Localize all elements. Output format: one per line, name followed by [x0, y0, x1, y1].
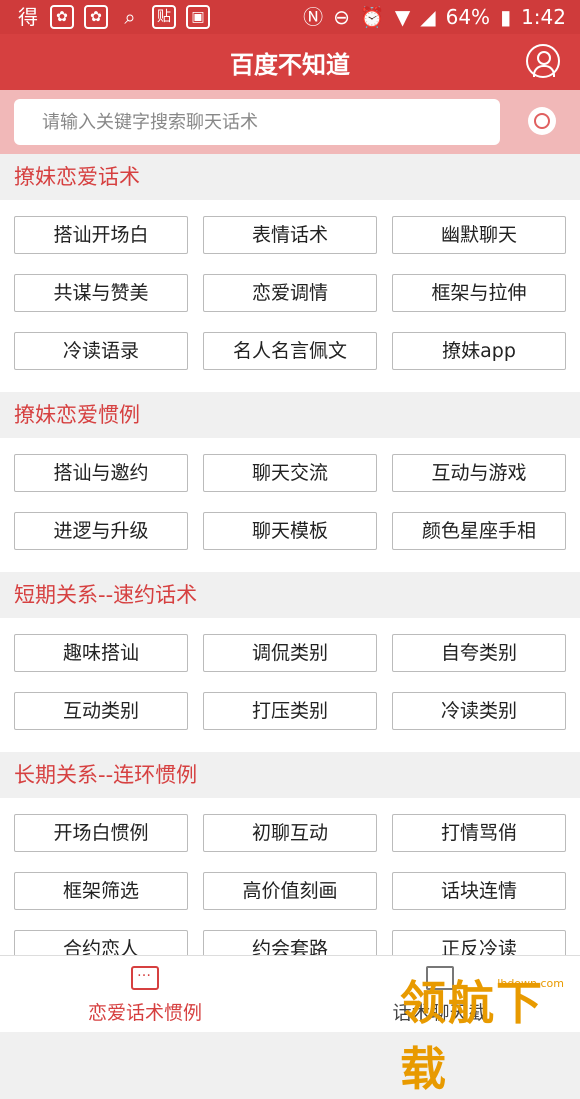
watermark-url: lhdown.com: [497, 977, 564, 990]
topic-button[interactable]: 自夸类别: [392, 634, 566, 672]
camera-icon[interactable]: [528, 107, 556, 135]
battery-icon: ▮: [500, 5, 512, 29]
topic-button[interactable]: 冷读语录: [14, 332, 188, 370]
topic-button[interactable]: 冷读类别: [392, 692, 566, 730]
nfc-icon: Ⓝ: [303, 5, 324, 29]
topic-button[interactable]: 恋爱调情: [203, 274, 377, 312]
search-input[interactable]: [14, 99, 500, 145]
page-title: 百度不知道: [230, 51, 350, 79]
watermark: 领航下载 lhdown.com: [400, 965, 570, 1096]
section-2: 撩妹恋爱惯例 搭讪与邀约 聊天交流 互动与游戏 进逻与升级 聊天模板 颜色星座手…: [0, 392, 580, 572]
topic-button[interactable]: 进逻与升级: [14, 512, 188, 550]
section-4: 长期关系--连环惯例 开场白惯例 初聊互动 打情骂俏 框架筛选 高价值刻画 话块…: [0, 752, 580, 955]
topic-button[interactable]: 打情骂俏: [392, 814, 566, 852]
topic-button[interactable]: 聊天交流: [203, 454, 377, 492]
topic-button[interactable]: 名人名言佩文: [203, 332, 377, 370]
topic-button[interactable]: 撩妹app: [392, 332, 566, 370]
topic-button[interactable]: 打压类别: [203, 692, 377, 730]
tab-love-scripts[interactable]: 恋爱话术惯例: [80, 964, 210, 1025]
topic-button[interactable]: 开场白惯例: [14, 814, 188, 852]
topic-button[interactable]: 约会套路: [203, 930, 377, 955]
topic-button[interactable]: 正反冷读: [392, 930, 566, 955]
chat-icon: [131, 964, 159, 990]
topic-button[interactable]: 聊天模板: [203, 512, 377, 550]
topic-button[interactable]: 高价值刻画: [203, 872, 377, 910]
topic-button[interactable]: 幽默聊天: [392, 216, 566, 254]
topic-button[interactable]: 颜色星座手相: [392, 512, 566, 550]
paw-app-icon: ✿: [50, 5, 74, 29]
paw-app-icon-2: ✿: [84, 5, 108, 29]
topic-button[interactable]: 趣味搭讪: [14, 634, 188, 672]
topic-button[interactable]: 框架筛选: [14, 872, 188, 910]
topic-button[interactable]: 共谋与赞美: [14, 274, 188, 312]
section-title: 短期关系--速约话术: [0, 572, 580, 618]
topic-button[interactable]: 合约恋人: [14, 930, 188, 955]
section-1: 撩妹恋爱话术 搭讪开场白 表情话术 幽默聊天 共谋与赞美 恋爱调情 框架与拉伸 …: [0, 154, 580, 392]
app-header: 百度不知道: [0, 34, 580, 90]
search-icon: ⌕: [124, 5, 136, 29]
topic-button[interactable]: 框架与拉伸: [392, 274, 566, 312]
topic-button[interactable]: 搭讪与邀约: [14, 454, 188, 492]
dnd-icon: ⊖: [333, 5, 350, 29]
search-bar: [0, 90, 580, 154]
topic-button[interactable]: 话块连情: [392, 872, 566, 910]
de-app-icon: 得: [18, 5, 38, 29]
section-3: 短期关系--速约话术 趣味搭讪 调侃类别 自夸类别 互动类别 打压类别 冷读类别: [0, 572, 580, 752]
topic-button[interactable]: 搭讪开场白: [14, 216, 188, 254]
wifi-icon: ▼: [394, 5, 411, 29]
tab-label: 恋爱话术惯例: [87, 1002, 202, 1024]
alarm-icon: ⏰: [359, 5, 385, 29]
signal-icon: ◢: [420, 5, 436, 29]
topic-button[interactable]: 互动类别: [14, 692, 188, 730]
status-bar: 得 ✿ ✿ ⌕ 贴 ▣ Ⓝ ⊖ ⏰ ▼ ◢ 64% ▮ 1:42: [0, 0, 580, 34]
clock: 1:42: [521, 5, 566, 29]
tie-app-icon: 贴: [152, 5, 176, 29]
topic-button[interactable]: 互动与游戏: [392, 454, 566, 492]
section-title: 撩妹恋爱话术: [0, 154, 580, 200]
content-list[interactable]: 撩妹恋爱话术 搭讪开场白 表情话术 幽默聊天 共谋与赞美 恋爱调情 框架与拉伸 …: [0, 154, 580, 955]
battery-percent: 64%: [445, 5, 491, 29]
image-icon: ▣: [186, 5, 210, 29]
user-icon[interactable]: [526, 44, 560, 78]
section-title: 长期关系--连环惯例: [0, 752, 580, 798]
topic-button[interactable]: 调侃类别: [203, 634, 377, 672]
section-title: 撩妹恋爱惯例: [0, 392, 580, 438]
topic-button[interactable]: 表情话术: [203, 216, 377, 254]
topic-button[interactable]: 初聊互动: [203, 814, 377, 852]
